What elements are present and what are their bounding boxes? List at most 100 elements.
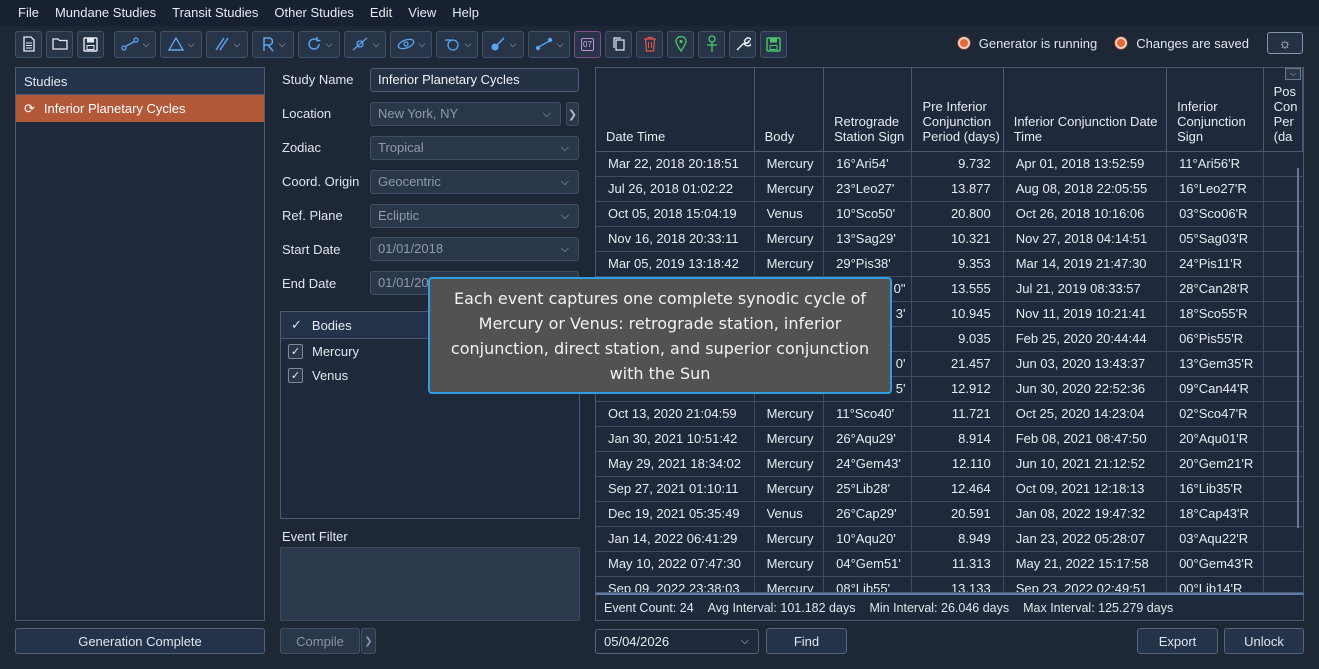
table-cell: Jul 26, 2018 01:02:22 [596,176,755,202]
parallel-dropdown[interactable]: ⌵ [206,30,248,58]
table-row[interactable]: Dec 19, 2021 05:35:49 Venus 26°Cap29' 20.59… [596,501,1303,527]
mercury-checkbox[interactable]: ✓ [288,343,303,359]
menu-item[interactable]: Edit [362,0,400,26]
ankh-icon[interactable] [698,30,725,58]
column-header[interactable]: Pos Con Per (da [1263,68,1303,152]
triangle-dropdown[interactable]: ⌵ [160,30,202,58]
end-date-value: 01/01/20 [378,275,429,290]
eclipse-dropdown[interactable]: ⌵ [344,30,386,58]
study-name-label: Study Name [282,72,354,87]
location-icon[interactable] [667,30,694,58]
start-date-select[interactable]: 01/01/2018 ⌵ [370,237,579,261]
table-row[interactable]: Sep 27, 2021 01:10:11 Mercury 25°Lib28' 12.… [596,476,1303,502]
table-cell: 8.914 [911,426,1004,452]
status-bar: Generator is running Changes are saved ☼ [957,30,1303,56]
date-select[interactable]: 05/04/2026 ⌵ [595,629,759,654]
table-cell: 16°Leo27'R [1166,176,1264,202]
end-date-label: End Date [282,276,337,291]
event-filter-label: Event Filter [282,529,348,544]
table-scrollbar[interactable] [1297,168,1299,528]
generator-status-dot-icon [957,37,970,49]
table-cell: Apr 01, 2018 13:52:59 [1003,151,1168,177]
column-header[interactable]: Inferior Conjunction Sign [1166,68,1264,152]
path-dropdown[interactable]: ⌵ [528,30,570,58]
ref-plane-select[interactable]: Ecliptic ⌵ [370,204,579,228]
menu-item[interactable]: Other Studies [266,0,362,26]
column-header[interactable]: Date Time [596,68,755,152]
menu-item[interactable]: File [10,0,47,26]
zodiac-select[interactable]: Tropical ⌵ [370,136,579,160]
open-folder-icon[interactable] [46,30,73,58]
saved-status: Changes are saved [1115,36,1249,51]
planet-dropdown[interactable]: ⌵ [482,30,524,58]
table-cell: Nov 11, 2019 10:21:41 [1003,301,1168,327]
menu-item[interactable]: View [400,0,444,26]
table-row[interactable]: Oct 13, 2020 21:04:59 Mercury 11°Sco40' 11.… [596,401,1303,427]
copy-icon[interactable] [605,30,632,58]
start-date-value: 01/01/2018 [378,241,444,256]
column-header[interactable]: Inferior Conjunction Date Time [1003,68,1168,152]
venus-checkbox[interactable]: ✓ [288,367,303,383]
table-row[interactable]: Mar 05, 2019 13:18:42 Mercury 29°Pis38' 9.3… [596,251,1303,277]
table-row[interactable]: Jul 26, 2018 01:02:22 Mercury 23°Leo27' 13.… [596,176,1303,202]
study-name-input[interactable]: Inferior Planetary Cycles [370,68,579,92]
bodies-header-label: Bodies [311,317,352,333]
table-cell: 24°Gem43' [823,451,913,477]
coord-origin-select[interactable]: Geocentric ⌵ [370,170,579,194]
table-row[interactable]: May 29, 2021 18:34:02 Mercury 24°Gem43' 12.… [596,451,1303,477]
column-header[interactable]: Pre Inferior Conjunction Period (days) [911,68,1004,152]
save-icon[interactable] [77,30,104,58]
event-filter-input[interactable] [280,547,580,621]
export-button[interactable]: Export [1137,628,1218,654]
location-select[interactable]: New York, NY ⌵ [370,102,561,126]
column-header[interactable]: Retrograde Station Sign [823,68,913,152]
table-cell: 10°Aqu20' [823,526,913,552]
study-list-item[interactable]: ⟳ Inferior Planetary Cycles [16,95,264,122]
table-cell: Aug 08, 2018 22:05:55 [1003,176,1168,202]
table-row[interactable]: Mar 22, 2018 20:18:51 Mercury 16°Ari54' 9.7… [596,151,1303,177]
find-button[interactable]: Find [766,628,847,654]
location-label: Location [282,106,332,121]
generation-complete-button[interactable]: Generation Complete [15,628,265,654]
table-row[interactable]: May 10, 2022 07:47:30 Mercury 04°Gem51' 11.… [596,551,1303,577]
chevron-down-icon: ⌵ [1289,69,1297,78]
unlock-button[interactable]: Unlock [1224,628,1304,654]
new-file-icon[interactable] [15,30,42,58]
table-cell: Mercury [754,476,825,502]
menu-item[interactable]: Help [444,0,487,26]
column-chooser-button[interactable]: ⌵ [1285,68,1301,80]
table-cell: 03°Aqu22'R [1166,526,1264,552]
cycle-dropdown[interactable]: ⌵ [298,30,340,58]
theme-toggle-button[interactable]: ☼ [1267,32,1303,54]
table-cell: 11°Sco40' [823,401,913,427]
lunar-icon [444,39,459,51]
table-row[interactable]: Nov 16, 2018 20:33:11 Mercury 13°Sag29' 10.… [596,226,1303,252]
retrograde-dropdown[interactable]: ⌵ [252,30,294,58]
table-cell: 10.321 [911,226,1004,252]
table-cell: Oct 05, 2018 15:04:19 [596,201,755,227]
table-cell: Venus [754,501,825,527]
menu-item[interactable]: Mundane Studies [47,0,164,26]
table-cell: 20°Aqu01'R [1166,426,1264,452]
lunar-dropdown[interactable]: ⌵ [436,30,478,58]
orbit-dropdown[interactable]: ⌵ [390,30,432,58]
compile-options-button[interactable]: ❯ [361,628,376,654]
tooltip-text: Each event captures one complete synodic… [450,288,870,383]
table-row[interactable]: Jan 30, 2021 10:51:42 Mercury 26°Aqu29' 8.9… [596,426,1303,452]
aspects-dropdown[interactable]: ⌵ [114,30,156,58]
table-cell: Jan 23, 2022 05:28:07 [1003,526,1168,552]
column-header[interactable]: Body [754,68,825,152]
table-row[interactable]: Jan 14, 2022 06:41:29 Mercury 10°Aqu20' 8.9… [596,526,1303,552]
min-interval: Min Interval: 26.046 days [869,600,1010,615]
save-db-icon[interactable] [760,30,787,58]
table-row[interactable]: Oct 05, 2018 15:04:19 Venus 10°Sco50' 20.80… [596,201,1303,227]
chevron-right-icon: ❯ [567,108,578,121]
table-cell: 11°Ari56'R [1166,151,1264,177]
table-row[interactable]: Sep 09, 2022 23:38:03 Mercury 08°Lib55' 13.… [596,576,1303,592]
location-next-button[interactable]: ❯ [566,102,579,126]
menu-item[interactable]: Transit Studies [164,0,266,26]
compile-button[interactable]: Compile [280,628,360,654]
calendar-icon[interactable]: 07 [574,30,601,58]
wrench-icon[interactable] [729,30,756,58]
delete-icon[interactable] [636,30,663,58]
